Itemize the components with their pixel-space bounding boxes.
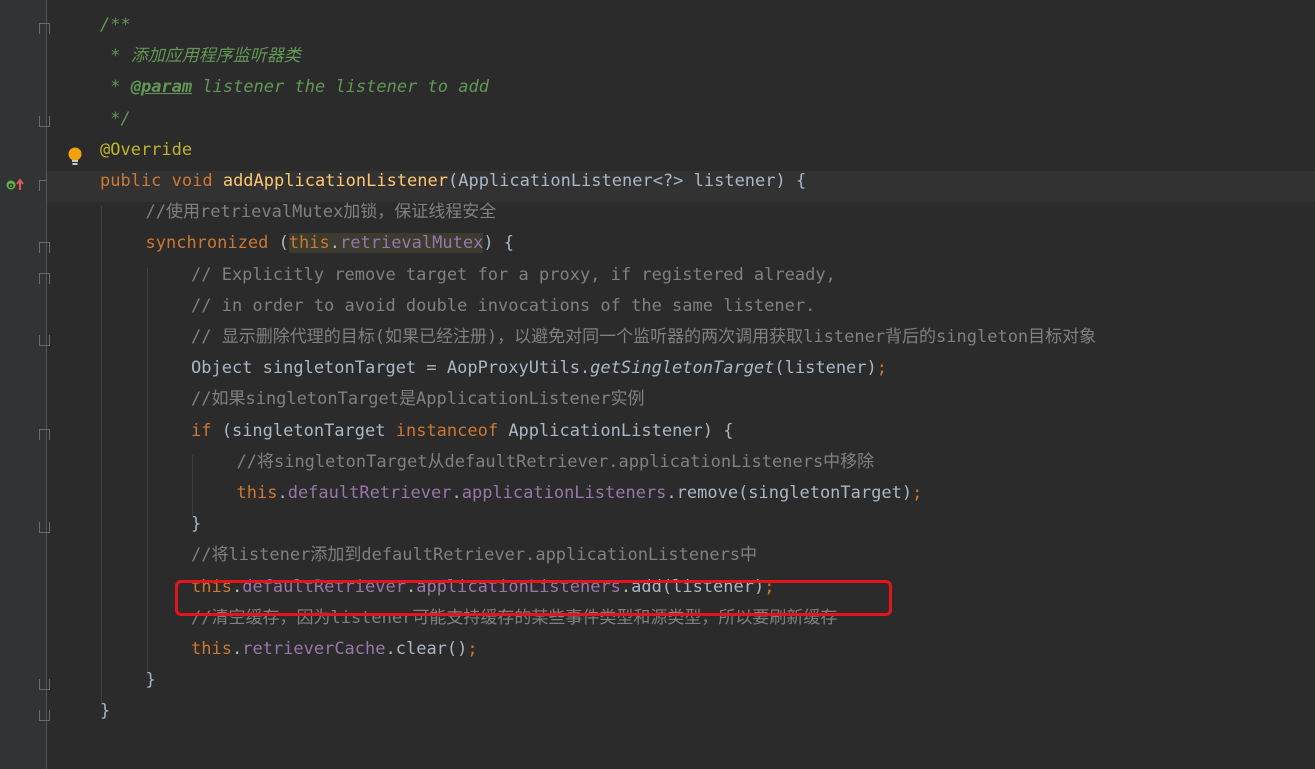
code-line[interactable]: this.retrieverCache.clear(); — [191, 634, 478, 665]
code-line[interactable]: @Override — [100, 135, 192, 166]
code-token: retrievalMutex — [340, 233, 484, 254]
code-token: ) { — [483, 233, 515, 254]
code-line[interactable]: //将listener添加到defaultRetriever.applicati… — [191, 540, 757, 571]
code-line[interactable]: } — [100, 696, 110, 727]
code-token: @Override — [100, 139, 193, 160]
code-line[interactable]: } — [146, 665, 156, 696]
code-line[interactable]: * @param listener the listener to add — [100, 72, 489, 103]
code-token: . — [329, 233, 341, 254]
code-token: . — [451, 483, 462, 503]
code-line[interactable]: */ — [100, 104, 131, 135]
code-token: if — [191, 420, 222, 441]
code-line[interactable]: // Explicitly remove target for a proxy,… — [191, 260, 836, 291]
code-token: Object singletonTarget = AopProxyUtils. — [191, 358, 591, 379]
code-token: /** — [100, 15, 131, 35]
code-token: instanceof — [395, 420, 509, 441]
code-token: listener the listener to add — [192, 77, 489, 98]
code-token: retrieverCache — [242, 639, 386, 659]
red-highlight-annotation — [175, 580, 892, 616]
code-token: * — [100, 77, 131, 98]
code-token: getSingletonTarget — [590, 358, 775, 379]
fold-marker-icon[interactable] — [39, 116, 50, 127]
code-line[interactable]: //将singletonTarget从defaultRetriever.appl… — [237, 447, 875, 478]
fold-marker-icon[interactable] — [39, 242, 50, 253]
code-token: } — [191, 514, 202, 535]
code-token: (ApplicationListener<?> listener) { — [448, 171, 807, 191]
code-token: . — [231, 639, 243, 659]
code-token: this — [288, 233, 330, 254]
indent-guide — [147, 268, 148, 675]
code-line[interactable]: } — [191, 509, 201, 540]
code-token: ( — [278, 233, 289, 254]
code-token: applicationListeners — [461, 483, 667, 503]
code-line[interactable]: synchronized (this.retrievalMutex) { — [145, 228, 515, 259]
code-line[interactable]: //如果singletonTarget是ApplicationListener实… — [191, 384, 644, 415]
code-token: public void — [100, 171, 223, 191]
code-line[interactable]: if (singletonTarget instanceof Applicati… — [191, 416, 733, 447]
code-token: } — [145, 670, 156, 691]
svg-text:o: o — [8, 181, 14, 190]
code-line[interactable]: // in order to avoid double invocations … — [191, 291, 815, 322]
fold-marker-icon[interactable] — [39, 23, 50, 34]
code-token: } — [100, 701, 111, 722]
code-token: this — [236, 483, 278, 503]
code-token: addApplicationListener — [222, 171, 448, 191]
code-line[interactable]: // 显示删除代理的目标(如果已经注册)，以避免对同一个监听器的两次调用获取li… — [191, 322, 1096, 353]
code-token: //使用retrievalMutex加锁，保证线程安全 — [145, 202, 497, 223]
overrides-method-icon[interactable]: o — [6, 177, 26, 198]
code-token: //将listener添加到defaultRetriever.applicati… — [191, 545, 758, 566]
code-token: ; — [912, 483, 923, 503]
fold-marker-icon[interactable] — [39, 429, 50, 440]
code-token: ; — [876, 358, 888, 379]
code-token: ; — [467, 639, 478, 659]
code-token: .clear() — [385, 639, 468, 659]
code-token: (singletonTarget — [221, 420, 396, 441]
fold-marker-icon[interactable] — [39, 273, 50, 284]
fold-marker-icon[interactable] — [39, 522, 50, 533]
code-token: // in order to avoid double invocations … — [191, 295, 816, 316]
code-token: . — [277, 483, 288, 503]
fold-marker-icon[interactable] — [39, 335, 50, 346]
indent-guide — [101, 206, 102, 706]
code-line[interactable]: public void addApplicationListener(Appli… — [100, 166, 806, 197]
code-token: (listener) — [774, 358, 877, 379]
code-token: //将singletonTarget从defaultRetriever.appl… — [236, 451, 875, 472]
code-token: this — [191, 639, 232, 659]
code-token: * 添加应用程序监听器类 — [100, 46, 301, 67]
code-token: */ — [100, 108, 131, 129]
code-token: defaultRetriever — [287, 483, 452, 503]
code-token: // Explicitly remove target for a proxy,… — [191, 264, 836, 285]
code-line[interactable]: //使用retrievalMutex加锁，保证线程安全 — [146, 197, 497, 228]
code-line[interactable]: Object singletonTarget = AopProxyUtils.g… — [191, 353, 887, 384]
code-line[interactable]: /** — [100, 10, 131, 41]
code-line[interactable]: this.defaultRetriever.applicationListene… — [237, 478, 923, 509]
fold-marker-icon[interactable] — [39, 679, 50, 690]
code-line[interactable]: * 添加应用程序监听器类 — [100, 41, 301, 72]
code-token: synchronized — [145, 233, 279, 254]
code-token: .remove(singletonTarget) — [666, 483, 913, 503]
fold-marker-icon[interactable] — [39, 710, 50, 721]
code-token: @param — [130, 77, 193, 98]
indent-guide — [192, 455, 193, 515]
code-token: ApplicationListener) { — [508, 420, 734, 441]
code-token: //如果singletonTarget是ApplicationListener实… — [191, 389, 645, 410]
intention-bulb-icon[interactable] — [66, 146, 84, 171]
code-token: // 显示删除代理的目标(如果已经注册)，以避免对同一个监听器的两次调用获取li… — [191, 327, 1097, 347]
